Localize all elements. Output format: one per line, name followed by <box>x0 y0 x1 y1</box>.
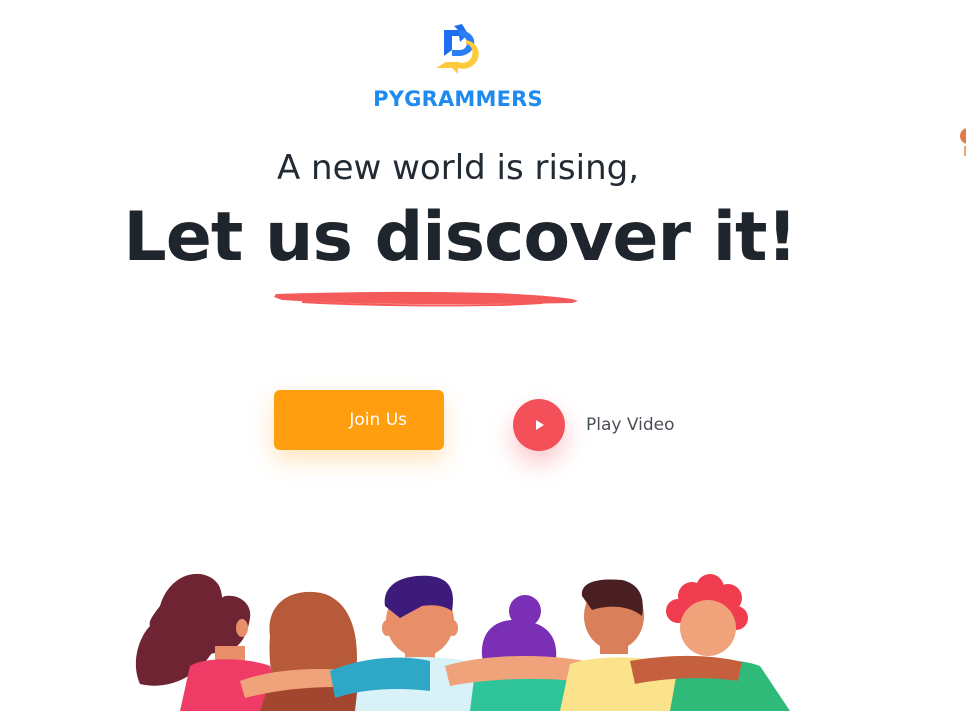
play-video-circle[interactable] <box>513 399 565 451</box>
play-video-button[interactable]: Play Video <box>513 399 675 451</box>
person-5 <box>560 579 690 711</box>
join-us-label: Join Us <box>349 410 407 430</box>
hero-subtitle: A new world is rising, <box>276 148 640 188</box>
brush-underline <box>274 291 578 307</box>
brand-name[interactable]: PYGRAMMERS <box>358 87 558 111</box>
hero-headline: Let us discover it! <box>123 198 797 277</box>
join-us-button[interactable]: Join Us <box>274 390 444 450</box>
play-video-label: Play Video <box>586 415 675 435</box>
group-of-friends-illustration <box>135 573 790 711</box>
landing-page: PYGRAMMERS A new world is rising, Let us… <box>0 0 966 711</box>
play-icon <box>536 420 544 430</box>
side-decoration <box>960 128 966 156</box>
pygrammers-logo-icon[interactable] <box>432 22 486 76</box>
